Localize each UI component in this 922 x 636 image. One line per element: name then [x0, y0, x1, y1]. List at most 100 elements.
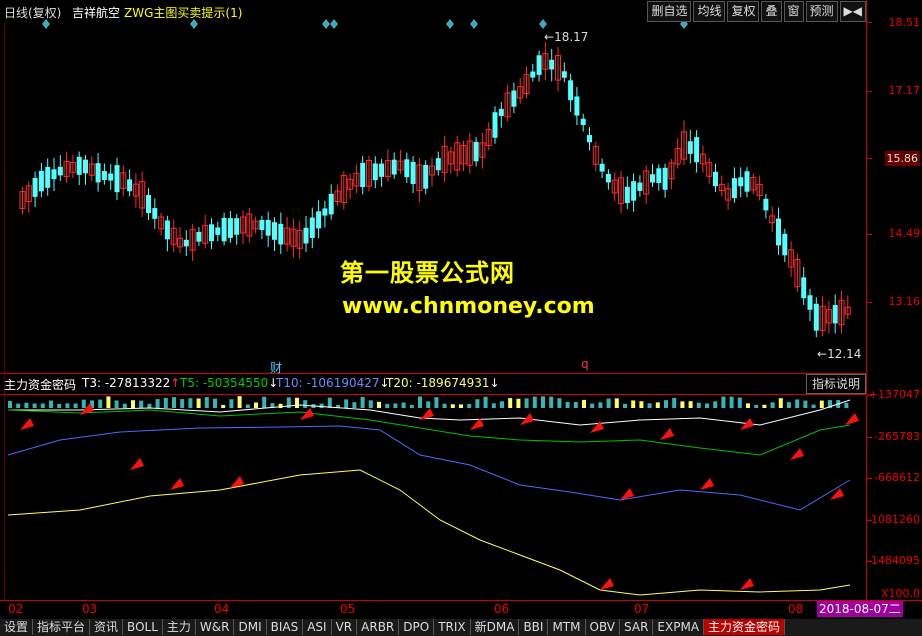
tab-wr[interactable]: W&R — [196, 619, 235, 635]
tab-bbi[interactable]: BBI — [519, 619, 549, 635]
indicator-name[interactable]: 主力资金密码 — [4, 376, 76, 393]
tab-main-capital-code[interactable]: 主力资金密码 — [704, 619, 786, 635]
candle-down — [536, 55, 542, 75]
candle-down — [731, 178, 737, 199]
candle-down — [832, 305, 838, 324]
indicator-bar — [49, 400, 53, 408]
candle-down — [127, 179, 133, 192]
t10-value: T10: -106190427↓ — [276, 376, 390, 390]
candle-down — [227, 218, 233, 238]
indicator-bar — [139, 400, 144, 408]
candle-down — [309, 217, 315, 238]
tab-dmi[interactable]: DMI — [234, 619, 267, 635]
candle-down — [423, 164, 429, 189]
signal-wedge — [700, 478, 714, 490]
indicator-bar — [295, 397, 299, 408]
tab-sar[interactable]: SAR — [620, 619, 654, 635]
tab-bias[interactable]: BIAS — [267, 619, 304, 635]
tab-news[interactable]: 资讯 — [90, 619, 124, 635]
indicator-bar — [393, 403, 398, 408]
indicator-bar — [705, 403, 709, 408]
indicator-bar — [672, 397, 677, 408]
indicator-bar — [573, 401, 578, 408]
tab-indicator-platform[interactable]: 指标平台 — [33, 619, 91, 635]
indicator-bar — [491, 403, 496, 408]
candle-down — [637, 182, 643, 191]
signal-wedge — [520, 413, 534, 425]
watermark-title: 第一股票公式网 — [340, 259, 515, 287]
event-marker[interactable]: q — [581, 357, 589, 371]
indicator-bar — [213, 398, 217, 408]
indicator-bar — [770, 402, 775, 408]
overlay-button[interactable]: 叠 — [761, 1, 782, 22]
chart-title-bar: 日线(复权) 吉祥航空 ZWG主图买卖提示(1) 删自选 均线 复权 叠 窗 预… — [0, 0, 866, 22]
indicator-bar — [811, 404, 816, 408]
indicator-bar — [565, 401, 570, 408]
tab-settings[interactable]: 设置 — [0, 619, 34, 635]
tab-trix[interactable]: TRIX — [434, 619, 471, 635]
indicator-bar — [680, 401, 685, 408]
candle-down — [45, 167, 51, 188]
tab-main-force[interactable]: 主力 — [163, 619, 196, 635]
remove-favorite-button[interactable]: 删自选 — [647, 1, 692, 22]
candle-down — [631, 181, 637, 201]
candle-down — [435, 158, 441, 171]
window-button[interactable]: 窗 — [783, 1, 804, 22]
candle-down — [360, 162, 366, 188]
candle-down — [76, 156, 82, 175]
indicator-bar — [426, 401, 431, 408]
indicator-explain-button[interactable]: 指标说明 — [806, 374, 866, 394]
price-tick: 13.16 — [888, 295, 921, 308]
t5-value: T5: -50354550↓ — [180, 376, 279, 390]
main-indicator-name[interactable]: ZWG主图买卖提示(1) — [124, 4, 242, 21]
candle-down — [183, 239, 189, 247]
signal-wedge — [845, 413, 859, 425]
forecast-button[interactable]: 预测 — [805, 1, 838, 22]
tab-dpo[interactable]: DPO — [399, 619, 435, 635]
signal-wedge — [20, 418, 34, 430]
tab-asi[interactable]: ASI — [303, 619, 332, 635]
indicator-bar — [278, 403, 283, 408]
candle-down — [650, 174, 655, 183]
indicator-bar — [467, 403, 472, 408]
tab-new-dma[interactable]: 新DMA — [471, 619, 520, 635]
indicator-tick: -265783 — [874, 430, 920, 443]
stock-name: 吉祥航空 — [72, 6, 121, 20]
candle-down — [624, 186, 630, 203]
price-tick-current: 15.86 — [884, 151, 920, 166]
moving-average-button[interactable]: 均线 — [693, 1, 726, 22]
current-date-badge: 2018-08-07二 — [817, 601, 903, 617]
candle-down — [209, 224, 214, 242]
indicator-bar — [721, 396, 726, 408]
adjust-price-button[interactable]: 复权 — [727, 1, 760, 22]
period-label[interactable]: 日线(复权) — [4, 4, 61, 21]
signal-wedge — [170, 478, 184, 490]
high-price-annotation: ←18.17 — [544, 30, 589, 44]
indicator-bar — [229, 399, 234, 408]
x-axis-label: 08 — [788, 602, 804, 616]
tab-mtm[interactable]: MTM — [548, 619, 586, 635]
tab-obv[interactable]: OBV — [586, 619, 621, 635]
indicator-tick: -1081260 — [867, 513, 920, 526]
indicator-bar — [73, 403, 78, 408]
indicator-bar — [434, 397, 439, 408]
indicator-bar — [344, 399, 349, 408]
t20-value: T20: -189674931↓ — [386, 376, 500, 390]
tab-arbr[interactable]: ARBR — [357, 619, 400, 635]
chart-toolbar: 删自选 均线 复权 叠 窗 预测 ▶◀ — [645, 1, 866, 22]
tab-vr[interactable]: VR — [332, 619, 358, 635]
indicator-tick: -1484095 — [867, 554, 920, 567]
indicator-bar — [778, 398, 783, 408]
indicator-tick: +137047 — [868, 388, 920, 401]
indicator-unit: X100.0 — [880, 587, 920, 600]
signal-wedge — [790, 448, 804, 460]
tab-boll[interactable]: BOLL — [123, 619, 163, 635]
tab-expma[interactable]: EXPMA — [653, 619, 705, 635]
play-back-icon[interactable]: ▶◀ — [839, 1, 866, 22]
indicator-bar — [385, 403, 390, 408]
indicator-bar — [254, 402, 258, 408]
indicator-bar — [418, 396, 422, 408]
candle-down — [196, 231, 202, 242]
candle-down — [549, 59, 555, 70]
candle-down — [57, 166, 63, 176]
